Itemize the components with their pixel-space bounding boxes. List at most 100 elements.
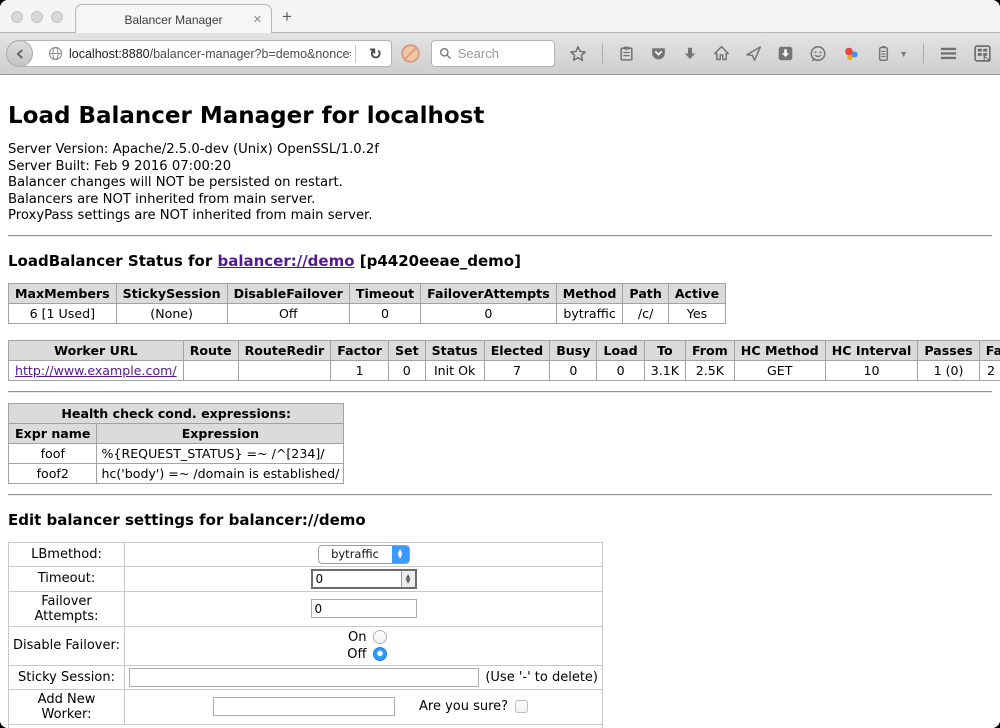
failover-attempts-input[interactable]	[311, 599, 417, 618]
col-hc-method: HC Method	[734, 340, 825, 360]
timeout-label: Timeout:	[9, 566, 125, 591]
menu-button[interactable]	[939, 44, 958, 63]
radio-on-label: On	[341, 629, 367, 646]
device-battery-button[interactable]	[875, 45, 892, 62]
table-header-row: Expr name Expression	[9, 423, 344, 443]
cell-stickysession: (None)	[116, 303, 227, 323]
server-version-line: Server Version: Apache/2.5.0-dev (Unix) …	[8, 142, 992, 159]
globe-icon	[48, 46, 63, 61]
toolbar-icons: ▼	[569, 44, 992, 64]
disable-failover-label: Disable Failover:	[9, 626, 125, 665]
sticky-session-label: Sticky Session:	[9, 665, 125, 689]
failover-attempts-label: Failover Attempts:	[9, 591, 125, 626]
col-failoverattempts: FailoverAttempts	[421, 283, 557, 303]
download-arrow-icon	[682, 46, 698, 62]
timeout-input[interactable]	[313, 571, 401, 587]
close-window-button[interactable]	[11, 11, 23, 23]
are-you-sure-checkbox[interactable]	[515, 700, 528, 713]
lb-status-heading-prefix: LoadBalancer Status for	[8, 252, 217, 270]
tab-groups-button[interactable]	[973, 44, 992, 63]
zoom-window-button[interactable]	[51, 11, 63, 23]
col-hc-interval: HC Interval	[825, 340, 918, 360]
extension-button[interactable]	[842, 45, 860, 63]
disable-failover-off-radio[interactable]	[373, 647, 387, 661]
number-spinner-icon[interactable]: ▲▼	[401, 571, 415, 587]
search-icon	[439, 47, 452, 60]
content-blocked-icon[interactable]	[400, 43, 421, 64]
search-bar[interactable]: Search	[431, 40, 555, 67]
radio-off-label: Off	[341, 646, 367, 663]
select-arrows-icon: ▲▼	[392, 546, 409, 563]
health-title-row: Health check cond. expressions:	[9, 403, 344, 423]
cell-status: Init Ok	[425, 360, 484, 380]
square-download-icon	[777, 45, 794, 62]
col-factor: Factor	[331, 340, 389, 360]
col-stickysession: StickySession	[116, 283, 227, 303]
failover-attempts-row: Failover Attempts:	[9, 591, 603, 626]
clipboard-icon	[618, 45, 635, 62]
dropdown-caret-icon[interactable]: ▼	[899, 49, 908, 59]
edit-settings-heading: Edit balancer settings for balancer://de…	[8, 511, 992, 529]
add-worker-input[interactable]	[213, 697, 395, 716]
home-icon	[713, 45, 730, 62]
url-text: localhost:8880/balancer-manager?b=demo&n…	[69, 47, 351, 61]
col-maxmembers: MaxMembers	[9, 283, 117, 303]
table-row: 6 [1 Used] (None) Off 0 0 bytraffic /c/ …	[9, 303, 726, 323]
edit-settings-form: LBmethod: bytraffic ▲▼ Timeout: ▲▼	[8, 542, 603, 728]
col-timeout: Timeout	[349, 283, 420, 303]
tab-balancer-manager[interactable]: Balancer Manager ✕	[75, 4, 272, 34]
url-bar[interactable]: localhost:8880/balancer-manager?b=demo&n…	[21, 40, 392, 67]
col-passes: Passes	[918, 340, 979, 360]
timeout-input-wrap: ▲▼	[311, 569, 417, 589]
col-worker-url: Worker URL	[9, 340, 184, 360]
back-icon	[13, 47, 27, 61]
back-button[interactable]	[6, 40, 33, 67]
cell-disablefailover: Off	[227, 303, 349, 323]
col-elected: Elected	[484, 340, 550, 360]
health-row: foof2 hc('body') =~ /domain is establish…	[9, 463, 344, 483]
persist-notice-line: Balancer changes will NOT be persisted o…	[8, 175, 992, 192]
downloads-button[interactable]	[682, 46, 698, 62]
lbmethod-select[interactable]: bytraffic ▲▼	[318, 545, 410, 564]
bookmark-star-button[interactable]	[569, 45, 587, 63]
url-domain: localhost:8880	[69, 47, 150, 61]
send-tab-button[interactable]	[745, 45, 762, 62]
tab-close-icon[interactable]: ✕	[253, 13, 262, 26]
home-button[interactable]	[713, 45, 730, 62]
submit-row: Submit	[9, 724, 603, 728]
cell-passes: 1 (0)	[918, 360, 979, 380]
colored-dots-icon	[842, 45, 860, 63]
save-to-device-button[interactable]	[777, 45, 794, 62]
balancers-notice-line: Balancers are NOT inherited from main se…	[8, 192, 992, 209]
page-title: Load Balancer Manager for localhost	[8, 103, 992, 129]
divider	[8, 235, 992, 237]
col-path: Path	[623, 283, 668, 303]
cell-expression: %{REQUEST_STATUS} =~ /^[234]/	[97, 443, 344, 463]
reading-list-button[interactable]	[618, 45, 635, 62]
cell-expr-name: foof2	[9, 463, 97, 483]
col-route: Route	[183, 340, 238, 360]
lbmethod-selected-value: bytraffic	[319, 547, 392, 561]
worker-url-link[interactable]: http://www.example.com/	[15, 363, 177, 378]
hamburger-icon	[939, 44, 958, 63]
add-worker-label: Add New Worker:	[9, 689, 125, 724]
new-tab-button[interactable]: +	[282, 7, 292, 27]
table-header-row: Worker URL Route RouteRedir Factor Set S…	[9, 340, 1000, 360]
feedback-button[interactable]	[809, 45, 827, 63]
pocket-button[interactable]	[650, 45, 667, 62]
cell-method: bytraffic	[556, 303, 623, 323]
disable-failover-on-radio[interactable]	[373, 630, 387, 644]
titlebar: Balancer Manager ✕ +	[0, 0, 1000, 33]
server-built-line: Server Built: Feb 9 2016 07:00:20	[8, 159, 992, 176]
balancer-demo-link[interactable]: balancer://demo	[217, 252, 354, 270]
cell-to: 3.1K	[644, 360, 685, 380]
sticky-session-input[interactable]	[129, 668, 479, 687]
smiley-icon	[809, 45, 827, 63]
minimize-window-button[interactable]	[31, 11, 43, 23]
sticky-session-note: (Use '-' to delete)	[485, 670, 598, 685]
navigation-toolbar: localhost:8880/balancer-manager?b=demo&n…	[0, 33, 1000, 75]
cell-maxmembers: 6 [1 Used]	[9, 303, 117, 323]
cell-factor: 1	[331, 360, 389, 380]
col-load: Load	[597, 340, 644, 360]
reload-button[interactable]: ↻	[360, 45, 391, 63]
